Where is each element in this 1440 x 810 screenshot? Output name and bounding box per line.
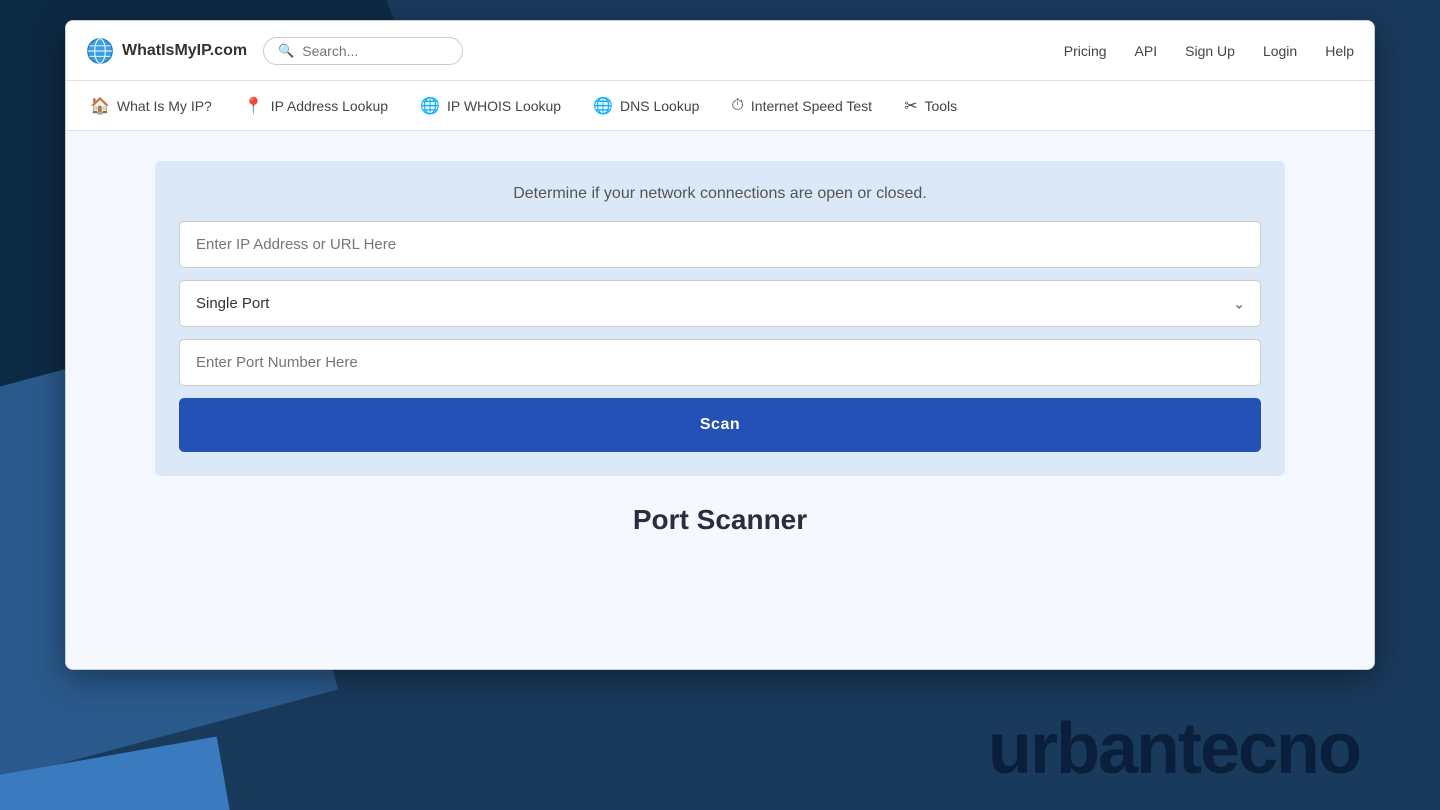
brand-name: WhatIsMyIP.com bbox=[122, 42, 247, 60]
top-nav: WhatIsMyIP.com 🔍 Pricing API Sign Up Log… bbox=[66, 21, 1374, 81]
nav-item-what-is-my-ip[interactable]: 🏠 What Is My IP? bbox=[90, 96, 212, 116]
scan-button[interactable]: Scan bbox=[179, 398, 1261, 452]
nav-link-help[interactable]: Help bbox=[1325, 43, 1354, 59]
globe-icon bbox=[86, 37, 114, 65]
home-icon: 🏠 bbox=[90, 96, 110, 116]
scanner-card: Determine if your network connections ar… bbox=[155, 161, 1285, 476]
pin-icon: 📍 bbox=[244, 96, 264, 116]
port-type-select[interactable]: Single Port Port Range Common Ports bbox=[179, 280, 1261, 327]
secondary-nav: 🏠 What Is My IP? 📍 IP Address Lookup 🌐 I… bbox=[66, 81, 1374, 131]
dns-icon: 🌐 bbox=[593, 96, 613, 116]
speed-icon: ⏱ bbox=[731, 97, 743, 115]
search-input[interactable] bbox=[302, 43, 448, 59]
nav-label-dns-lookup: DNS Lookup bbox=[620, 98, 699, 114]
browser-window: WhatIsMyIP.com 🔍 Pricing API Sign Up Log… bbox=[65, 20, 1375, 670]
brand-logo[interactable]: WhatIsMyIP.com bbox=[86, 37, 247, 65]
nav-item-dns-lookup[interactable]: 🌐 DNS Lookup bbox=[593, 96, 699, 116]
nav-link-signup[interactable]: Sign Up bbox=[1185, 43, 1235, 59]
nav-label-tools: Tools bbox=[924, 98, 957, 114]
nav-label-whois-lookup: IP WHOIS Lookup bbox=[447, 98, 561, 114]
page-title: Port Scanner bbox=[106, 504, 1334, 536]
top-nav-links: Pricing API Sign Up Login Help bbox=[1064, 43, 1354, 59]
nav-link-pricing[interactable]: Pricing bbox=[1064, 43, 1107, 59]
search-icon: 🔍 bbox=[278, 43, 294, 59]
nav-item-tools[interactable]: ✂ Tools bbox=[904, 96, 957, 116]
nav-link-api[interactable]: API bbox=[1135, 43, 1158, 59]
globe2-icon: 🌐 bbox=[420, 96, 440, 116]
port-number-input[interactable] bbox=[179, 339, 1261, 386]
nav-link-login[interactable]: Login bbox=[1263, 43, 1297, 59]
nav-item-whois-lookup[interactable]: 🌐 IP WHOIS Lookup bbox=[420, 96, 561, 116]
nav-label-what-is-my-ip: What Is My IP? bbox=[117, 98, 212, 114]
nav-item-ip-lookup[interactable]: 📍 IP Address Lookup bbox=[244, 96, 388, 116]
port-type-wrapper: Single Port Port Range Common Ports ⌄ bbox=[179, 280, 1261, 327]
nav-item-speed-test[interactable]: ⏱ Internet Speed Test bbox=[731, 97, 872, 115]
search-box[interactable]: 🔍 bbox=[263, 37, 463, 65]
main-content: Determine if your network connections ar… bbox=[66, 131, 1374, 669]
nav-label-speed-test: Internet Speed Test bbox=[751, 98, 872, 114]
bottom-brand-label: urbantecno bbox=[988, 708, 1360, 790]
nav-label-ip-lookup: IP Address Lookup bbox=[271, 98, 388, 114]
card-subtitle: Determine if your network connections ar… bbox=[179, 185, 1261, 203]
tools-icon: ✂ bbox=[904, 96, 917, 116]
ip-address-input[interactable] bbox=[179, 221, 1261, 268]
